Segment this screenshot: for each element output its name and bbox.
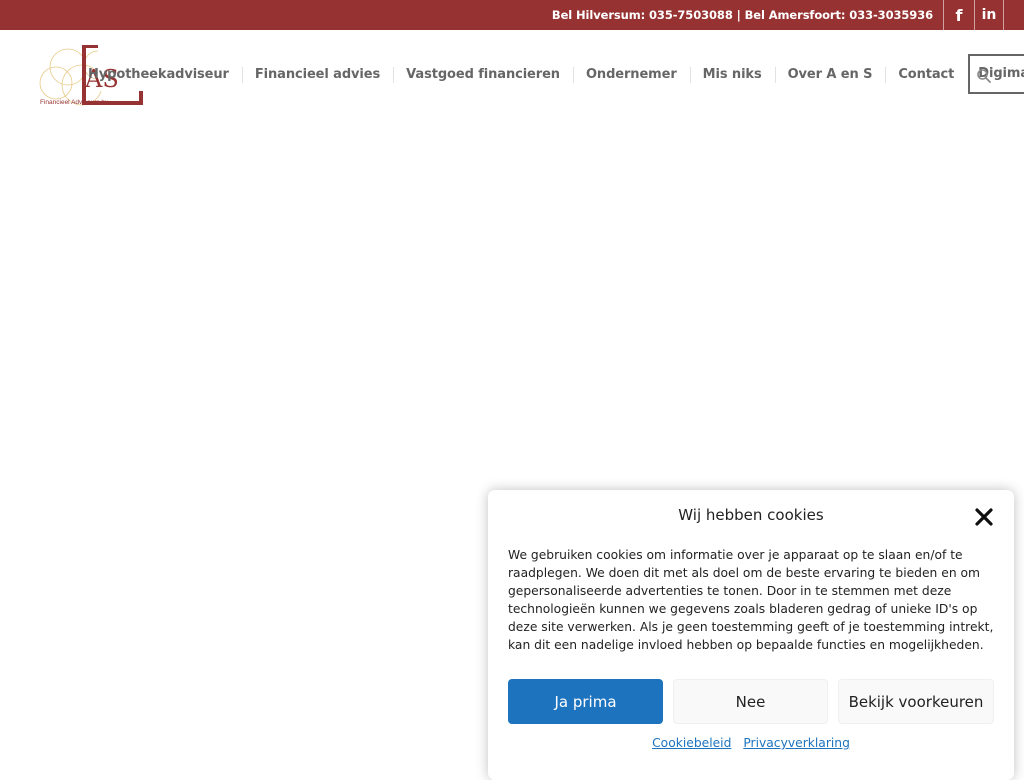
main-nav: Hypotheekadviseur Financieel advies Vast… bbox=[75, 45, 1024, 105]
top-bar: Bel Hilversum: 035-7503088 | Bel Amersfo… bbox=[0, 0, 1024, 30]
accept-cookies-button[interactable]: Ja prima bbox=[508, 679, 663, 724]
facebook-icon[interactable]: f bbox=[943, 0, 974, 30]
view-preferences-button[interactable]: Bekijk voorkeuren bbox=[838, 679, 994, 724]
deny-cookies-button[interactable]: Nee bbox=[673, 679, 828, 724]
phone-numbers: Bel Hilversum: 035-7503088 | Bel Amersfo… bbox=[551, 8, 933, 22]
cookie-policy-link[interactable]: Cookiebeleid bbox=[652, 736, 731, 750]
linkedin-icon[interactable]: in bbox=[974, 0, 1004, 30]
nav-item-hypotheekadviseur[interactable]: Hypotheekadviseur bbox=[75, 45, 242, 105]
close-icon[interactable] bbox=[974, 507, 994, 527]
cookie-consent-dialog: Wij hebben cookies We gebruiken cookies … bbox=[488, 490, 1014, 780]
site-header: AS Financieel Adviseurs bv Hypotheekadvi… bbox=[0, 30, 1024, 120]
nav-item-ondernemer[interactable]: Ondernemer bbox=[572, 45, 690, 105]
nav-item-contact[interactable]: Contact bbox=[885, 45, 967, 105]
nav-item-vastgoed-financieren[interactable]: Vastgoed financieren bbox=[393, 45, 573, 105]
search-icon[interactable] bbox=[976, 68, 992, 84]
cookie-text: We gebruiken cookies om informatie over … bbox=[508, 548, 994, 652]
cookie-title: Wij hebben cookies bbox=[678, 506, 824, 524]
nav-item-financieel-advies[interactable]: Financieel advies bbox=[241, 45, 393, 105]
cookie-links: Cookiebeleid Privacyverklaring bbox=[488, 736, 1014, 750]
nav-item-mis-niks[interactable]: Mis niks bbox=[689, 45, 775, 105]
privacy-statement-link[interactable]: Privacyverklaring bbox=[743, 736, 850, 750]
nav-item-over-a-en-s[interactable]: Over A en S bbox=[774, 45, 886, 105]
